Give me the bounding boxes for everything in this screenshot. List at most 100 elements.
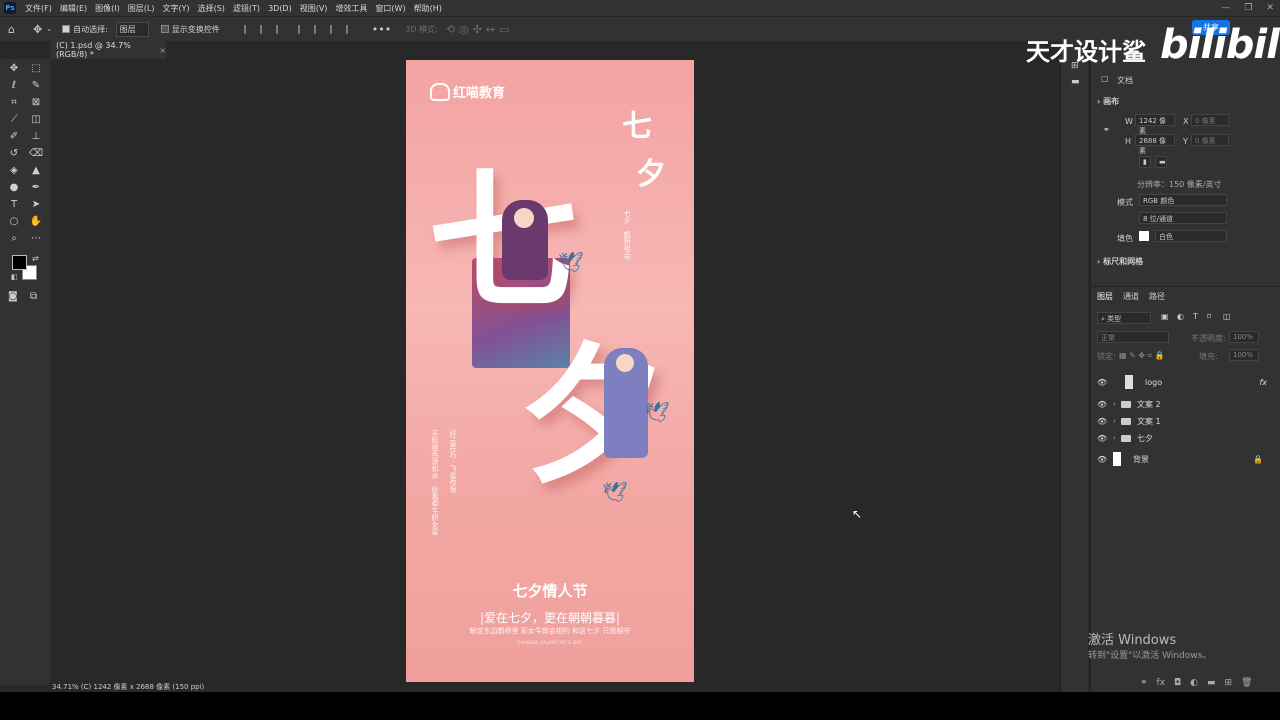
lock-icon[interactable]: 🔒 — [1253, 455, 1263, 464]
blur-tool-icon[interactable]: ▲ — [26, 163, 46, 177]
more-tools-icon[interactable]: ⋯ — [26, 231, 46, 245]
link-icon[interactable]: ⚭ — [1103, 125, 1110, 134]
tab-paths[interactable]: 路径 — [1149, 291, 1165, 302]
close-tab-icon[interactable]: × — [159, 46, 166, 55]
visibility-eye-icon[interactable]: 👁 — [1097, 455, 1107, 464]
menu-file[interactable]: 文件(F) — [21, 3, 56, 14]
minimize-icon[interactable]: — — [1221, 3, 1230, 13]
new-group-icon[interactable]: ▬ — [1207, 678, 1216, 688]
visibility-eye-icon[interactable]: 👁 — [1097, 378, 1107, 387]
foreground-color-swatch[interactable] — [12, 255, 27, 270]
portrait-icon[interactable]: ▮ — [1139, 156, 1151, 168]
document-tab[interactable]: (C) 1.psd @ 34.7%(RGB/8) * × — [50, 41, 166, 59]
canvas-section-header[interactable]: › 画布 — [1097, 96, 1119, 107]
layer-row[interactable]: 👁 › 七夕 — [1091, 430, 1280, 446]
blend-mode-dropdown[interactable]: 正常 — [1097, 331, 1169, 343]
menu-filter[interactable]: 滤镜(T) — [229, 3, 264, 14]
3d-scale-icon[interactable]: ▭ — [499, 23, 509, 36]
width-field[interactable]: 1242 像素 — [1135, 114, 1175, 135]
landscape-icon[interactable]: ▬ — [1155, 156, 1167, 168]
default-colors-icon[interactable]: ◧ — [11, 273, 18, 281]
rulers-section-header[interactable]: › 标尺和网格 — [1097, 256, 1143, 267]
show-transform-checkbox[interactable] — [160, 25, 169, 33]
chevron-right-icon[interactable]: › — [1113, 417, 1121, 425]
ellipse-tool-icon[interactable]: ○ — [4, 214, 24, 228]
quick-mask-icon[interactable]: ◙ — [8, 291, 18, 302]
visibility-eye-icon[interactable]: 👁 — [1097, 434, 1107, 443]
link-layers-icon[interactable]: ⚭ — [1140, 678, 1148, 688]
adjustment-icon[interactable]: ◐ — [1190, 678, 1198, 688]
distribute-icon[interactable] — [345, 24, 354, 34]
layer-row[interactable]: 👁 背景 🔒 — [1091, 451, 1280, 467]
menu-view[interactable]: 视图(V) — [296, 3, 332, 14]
more-options-icon[interactable]: ••• — [372, 23, 391, 36]
eyedropper-tool-icon[interactable]: ⟋ — [4, 112, 24, 126]
delete-layer-icon[interactable]: 🗑 — [1241, 678, 1252, 688]
paint-bucket-icon[interactable]: ◈ — [4, 163, 24, 177]
add-mask-icon[interactable]: ◘ — [1174, 678, 1181, 688]
filter-pixel-icon[interactable]: ▣ — [1161, 312, 1169, 321]
chevron-right-icon[interactable]: › — [1113, 434, 1121, 442]
layer-row[interactable]: 👁 logo fx — [1091, 374, 1280, 390]
align-middle-icon[interactable] — [313, 24, 322, 34]
fill-dropdown[interactable]: 白色 — [1155, 230, 1227, 242]
fill-swatch[interactable] — [1139, 231, 1149, 241]
align-center-icon[interactable] — [259, 24, 268, 34]
marquee-tool-icon[interactable]: ⬚ — [26, 61, 46, 75]
hand-tool-icon[interactable]: ✋ — [26, 214, 46, 228]
filter-shape-icon[interactable]: ⌑ — [1207, 312, 1211, 321]
bit-depth-dropdown[interactable]: 8 位/通道 — [1139, 212, 1227, 224]
align-right-icon[interactable] — [275, 24, 284, 34]
comments-panel-icon[interactable]: ▬ — [1071, 77, 1081, 87]
mode-dropdown[interactable]: RGB 颜色 — [1139, 194, 1227, 206]
dodge-tool-icon[interactable]: ● — [4, 180, 24, 194]
auto-select-checkbox[interactable] — [62, 25, 71, 33]
3d-slide-icon[interactable]: ↔ — [486, 23, 495, 36]
tab-layers[interactable]: 图层 — [1097, 291, 1113, 302]
crop-tool-icon[interactable]: ⌗ — [4, 95, 24, 109]
visibility-eye-icon[interactable]: 👁 — [1097, 400, 1107, 409]
tab-channels[interactable]: 通道 — [1123, 291, 1139, 302]
x-field[interactable]: 0 像素 — [1191, 114, 1229, 126]
lock-icons[interactable]: ▦ ✎ ✥ ⌗ 🔒 — [1119, 351, 1165, 361]
menu-select[interactable]: 选择(S) — [194, 3, 229, 14]
home-icon[interactable]: ⌂ — [8, 23, 15, 36]
history-brush-icon[interactable]: ↺ — [4, 146, 24, 160]
layer-row[interactable]: 👁 › 文案 2 — [1091, 396, 1280, 412]
move-tool-icon[interactable]: ✥ — [33, 23, 42, 36]
frame-tool-icon[interactable]: ⊠ — [26, 95, 46, 109]
close-icon[interactable]: ✕ — [1266, 3, 1274, 13]
menu-plugins[interactable]: 增效工具 — [331, 3, 371, 14]
maximize-icon[interactable]: ❐ — [1244, 3, 1252, 13]
move-tool-icon[interactable]: ✥ — [4, 61, 24, 75]
screen-mode-icon[interactable]: ⧉ — [30, 291, 37, 302]
swap-colors-icon[interactable]: ⇄ — [32, 254, 39, 263]
layer-row[interactable]: 👁 › 文案 1 — [1091, 413, 1280, 429]
path-select-icon[interactable]: ➤ — [26, 197, 46, 211]
filter-adjust-icon[interactable]: ◐ — [1177, 312, 1184, 321]
zoom-tool-icon[interactable]: ⌕ — [4, 231, 24, 245]
menu-image[interactable]: 图像(I) — [91, 3, 124, 14]
menu-help[interactable]: 帮助(H) — [410, 3, 446, 14]
menu-3d[interactable]: 3D(D) — [264, 4, 296, 13]
menu-window[interactable]: 窗口(W) — [371, 3, 409, 14]
new-layer-icon[interactable]: ⊞ — [1225, 678, 1233, 688]
opacity-field[interactable]: 100% — [1229, 331, 1259, 343]
layer-filter-dropdown[interactable]: ⌕ 类型 — [1097, 312, 1151, 324]
align-bottom-icon[interactable] — [329, 24, 338, 34]
filter-smart-icon[interactable]: ◫ — [1223, 312, 1231, 321]
chevron-down-icon[interactable]: ⌄ — [46, 25, 52, 33]
y-field[interactable]: 0 像素 — [1191, 134, 1229, 146]
stamp-tool-icon[interactable]: ⊥ — [26, 129, 46, 143]
menu-type[interactable]: 文字(Y) — [158, 3, 193, 14]
align-top-icon[interactable] — [297, 24, 306, 34]
fx-icon[interactable]: fx — [1157, 678, 1166, 688]
3d-roll-icon[interactable]: ◎ — [459, 23, 469, 36]
align-left-icon[interactable] — [243, 24, 252, 34]
auto-select-dropdown[interactable]: 图层 — [115, 21, 149, 37]
3d-pan-icon[interactable]: ✣ — [473, 23, 482, 36]
canvas-area[interactable]: 红喵教育 七 夕 七 夕 🕊 🕊 🕊 七夕 · 鹊桥相会 天阶夜色凉如水 · 卧… — [50, 59, 1060, 685]
pen-tool-icon[interactable]: ✒ — [26, 180, 46, 194]
visibility-eye-icon[interactable]: 👁 — [1097, 417, 1107, 426]
patch-tool-icon[interactable]: ◫ — [26, 112, 46, 126]
